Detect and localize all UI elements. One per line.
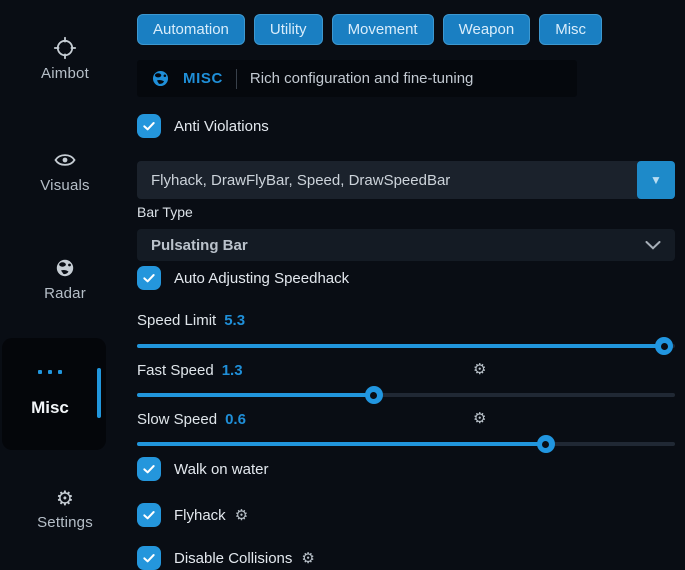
slider-label: Speed Limit	[137, 312, 216, 329]
walk-on-water-checkbox[interactable]	[137, 457, 161, 481]
tab-label: Utility	[270, 21, 307, 38]
auto-adjusting-label: Auto Adjusting Speedhack	[174, 270, 349, 287]
gear-icon[interactable]: ⚙	[473, 360, 486, 378]
bar-select-value: Flyhack, DrawFlyBar, Speed, DrawSpeedBar	[151, 172, 450, 189]
slider-label: Slow Speed	[137, 411, 217, 428]
divider	[236, 69, 237, 89]
tab-label: Automation	[153, 21, 229, 38]
slider-fill	[137, 442, 546, 446]
ellipsis-icon	[2, 370, 98, 374]
flyhack-checkbox[interactable]	[137, 503, 161, 527]
slow-speed-label-row: Slow Speed 0.6 ⚙	[137, 410, 675, 428]
fast-speed-slider[interactable]	[137, 385, 675, 405]
gear-icon[interactable]: ⚙	[301, 549, 314, 567]
flyhack-label: Flyhack	[174, 507, 226, 524]
slider-track	[137, 344, 675, 348]
slider-label: Fast Speed	[137, 362, 214, 379]
slider-value: 0.6	[225, 411, 246, 428]
bar-type-value: Pulsating Bar	[151, 237, 248, 254]
check-icon	[141, 550, 157, 566]
section-title: MISC	[183, 70, 223, 87]
walk-on-water-label: Walk on water	[174, 461, 268, 478]
sidebar-item-aimbot[interactable]: Aimbot	[0, 36, 130, 83]
speed-limit-label-row: Speed Limit 5.3	[137, 311, 675, 329]
sidebar-item-misc[interactable]: Misc	[2, 338, 106, 450]
slow-speed-slider[interactable]	[137, 434, 675, 454]
slider-handle[interactable]	[655, 337, 673, 355]
slider-track	[137, 442, 675, 446]
sidebar-item-label: Aimbot	[41, 65, 89, 82]
dropdown-triangle-icon: ▼	[650, 173, 662, 187]
tab-automation[interactable]: Automation	[137, 14, 245, 45]
sidebar-item-label: Radar	[44, 285, 86, 302]
auto-adjusting-row: Auto Adjusting Speedhack	[137, 266, 675, 290]
section-subtitle: Rich configuration and fine-tuning	[250, 70, 473, 87]
speed-limit-slider[interactable]	[137, 336, 675, 356]
crosshair-icon	[0, 36, 130, 60]
slider-value: 5.3	[224, 312, 245, 329]
bar-type-label: Bar Type	[137, 204, 675, 221]
sidebar-item-label: Settings	[37, 514, 93, 531]
slider-value: 1.3	[222, 362, 243, 379]
eye-icon	[0, 148, 130, 172]
anti-violations-row: Anti Violations	[137, 114, 675, 138]
slider-fill	[137, 393, 374, 397]
sidebar-item-visuals[interactable]: Visuals	[0, 148, 130, 195]
tab-label: Weapon	[459, 21, 515, 38]
tab-movement[interactable]: Movement	[332, 14, 434, 45]
globe-icon	[0, 256, 130, 280]
slider-track	[137, 393, 675, 397]
flyhack-row: Flyhack ⚙	[137, 503, 675, 527]
gear-icon[interactable]: ⚙	[473, 409, 486, 427]
chevron-down-icon	[645, 241, 661, 250]
bar-select-input[interactable]: Flyhack, DrawFlyBar, Speed, DrawSpeedBar…	[137, 161, 675, 199]
bar-select-dropdown-button[interactable]: ▼	[637, 161, 675, 199]
tab-utility[interactable]: Utility	[254, 14, 323, 45]
sidebar-item-radar[interactable]: Radar	[0, 256, 130, 303]
tab-label: Misc	[555, 21, 586, 38]
sidebar-item-label: Visuals	[40, 177, 89, 194]
sidebar: Aimbot Visuals Radar Misc ⚙ Settings	[0, 0, 130, 563]
gear-icon[interactable]: ⚙	[235, 506, 248, 524]
check-icon	[141, 507, 157, 523]
disable-collisions-label: Disable Collisions	[174, 550, 292, 567]
slider-handle[interactable]	[365, 386, 383, 404]
tab-weapon[interactable]: Weapon	[443, 14, 531, 45]
anti-violations-checkbox[interactable]	[137, 114, 161, 138]
tab-bar: Automation Utility Movement Weapon Misc	[137, 14, 675, 45]
tab-misc[interactable]: Misc	[539, 14, 602, 45]
fast-speed-label-row: Fast Speed 1.3 ⚙	[137, 361, 675, 379]
section-header: MISC Rich configuration and fine-tuning	[137, 60, 577, 97]
slider-fill	[137, 344, 664, 348]
auto-adjusting-checkbox[interactable]	[137, 266, 161, 290]
slider-handle[interactable]	[537, 435, 555, 453]
anti-violations-label: Anti Violations	[174, 118, 269, 135]
sidebar-item-settings[interactable]: ⚙ Settings	[0, 487, 130, 532]
check-icon	[141, 270, 157, 286]
check-icon	[141, 118, 157, 134]
gear-icon: ⚙	[0, 487, 130, 509]
disable-collisions-checkbox[interactable]	[137, 546, 161, 570]
sidebar-item-label: Misc	[2, 398, 98, 418]
tab-label: Movement	[348, 21, 418, 38]
bar-type-dropdown[interactable]: Pulsating Bar	[137, 229, 675, 261]
globe-icon	[151, 69, 170, 88]
check-icon	[141, 461, 157, 477]
main-panel: Automation Utility Movement Weapon Misc …	[137, 14, 675, 570]
walk-on-water-row: Walk on water	[137, 457, 675, 481]
disable-collisions-row: Disable Collisions ⚙	[137, 546, 675, 570]
active-indicator-bar	[97, 368, 101, 418]
